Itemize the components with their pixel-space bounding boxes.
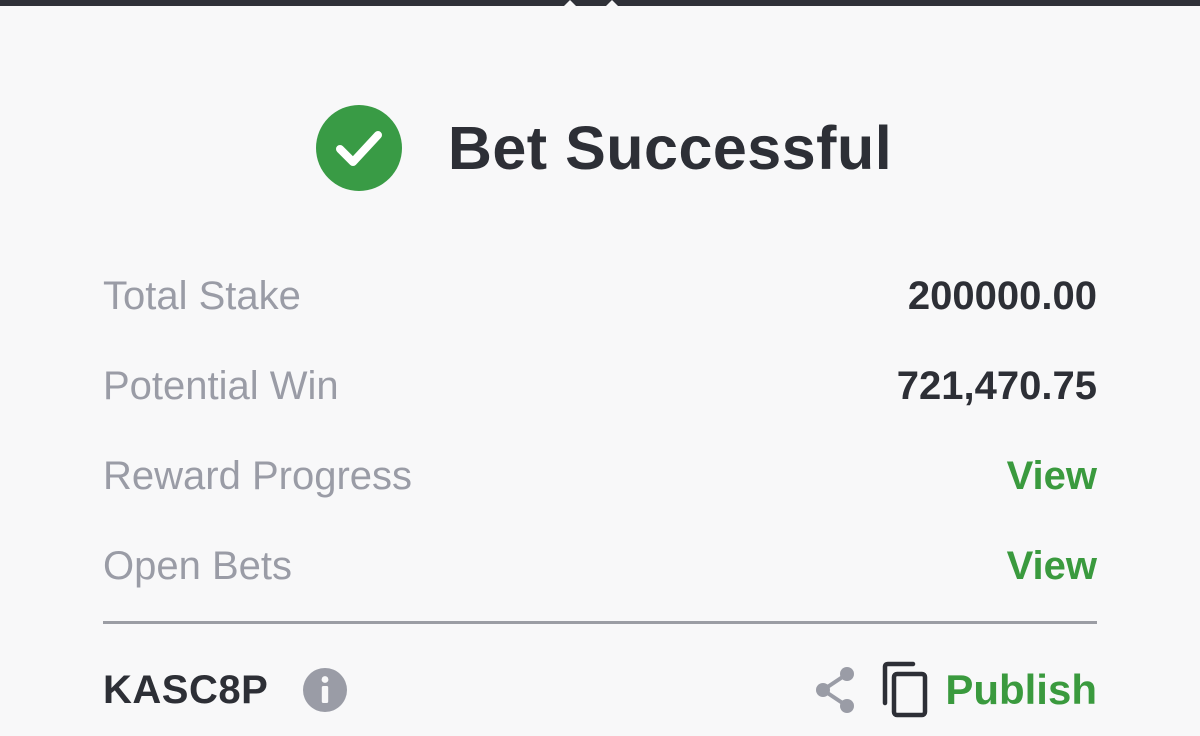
detail-row-total-stake: Total Stake 200000.00 [103,266,1097,326]
footer-bar: KASC8P Publish [103,658,1097,722]
copy-icon[interactable] [879,661,931,719]
publish-button[interactable]: Publish [945,666,1097,714]
share-icon[interactable] [811,664,859,716]
top-strip [0,0,1200,6]
detail-row-reward-progress: Reward Progress View [103,446,1097,506]
detail-row-open-bets: Open Bets View [103,536,1097,596]
info-icon[interactable] [302,667,348,713]
potential-win-label: Potential Win [103,363,339,408]
divider [103,621,1097,624]
action-group: Publish [811,661,1097,719]
check-circle-icon [315,105,402,191]
potential-win-value: 721,470.75 [896,363,1097,408]
strip-notch [605,0,619,7]
booking-code: KASC8P [103,667,269,712]
reward-progress-view-link[interactable]: View [1007,454,1097,499]
booking-code-group: KASC8P [103,667,348,713]
total-stake-value: 200000.00 [907,273,1097,318]
reward-progress-label: Reward Progress [103,453,413,498]
success-header: Bet Successful [0,104,1200,192]
open-bets-label: Open Bets [103,543,293,588]
open-bets-view-link[interactable]: View [1007,544,1097,589]
strip-notch [563,0,577,7]
total-stake-label: Total Stake [103,273,301,318]
page-title: Bet Successful [447,114,893,182]
detail-row-potential-win: Potential Win 721,470.75 [103,356,1097,416]
